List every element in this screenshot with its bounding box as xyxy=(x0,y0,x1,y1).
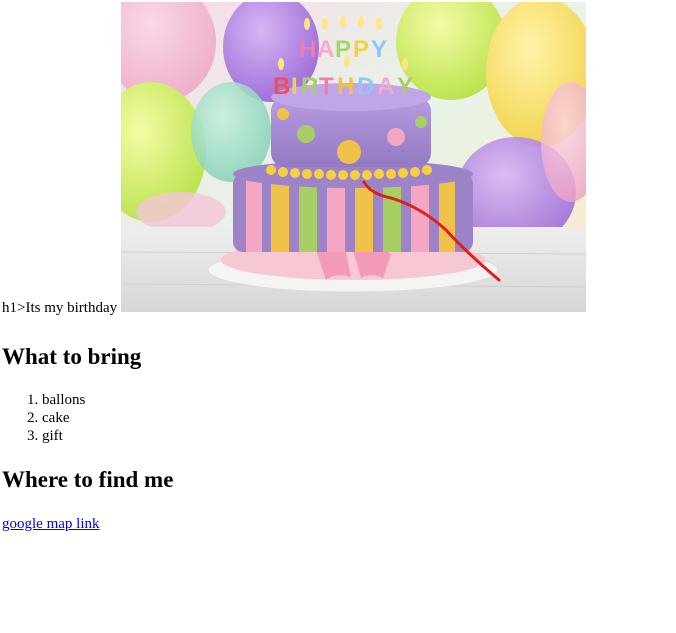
svg-text:P: P xyxy=(353,36,369,63)
intro-text: h1>Its my birthday xyxy=(2,300,118,316)
birthday-cake-image: H A P P Y B I R T H D A Y xyxy=(120,2,586,312)
svg-text:Y: Y xyxy=(397,73,413,100)
list-item: gift xyxy=(42,427,676,445)
svg-text:T: T xyxy=(319,73,334,100)
svg-text:D: D xyxy=(357,73,374,100)
svg-text:R: R xyxy=(301,73,318,100)
svg-text:A: A xyxy=(377,73,394,100)
intro-line: h1>Its my birthday H A P P Y B I R T H D… xyxy=(2,2,676,317)
svg-text:H: H xyxy=(299,36,316,63)
google-map-link[interactable]: google map link xyxy=(2,515,100,533)
page: h1>Its my birthday H A P P Y B I R T H D… xyxy=(0,0,676,633)
cake-photo-svg: H A P P Y B I R T H D A Y xyxy=(120,2,586,312)
list-item: ballons xyxy=(42,391,676,409)
svg-text:I: I xyxy=(291,73,298,100)
list-item: cake xyxy=(42,409,676,427)
svg-text:B: B xyxy=(273,73,290,100)
svg-text:A: A xyxy=(317,36,334,63)
svg-text:H: H xyxy=(337,73,354,100)
bring-heading: What to bring xyxy=(2,344,142,369)
find-heading: Where to find me xyxy=(2,467,174,492)
bring-list: ballons cake gift xyxy=(2,391,676,445)
svg-text:Y: Y xyxy=(371,36,387,63)
